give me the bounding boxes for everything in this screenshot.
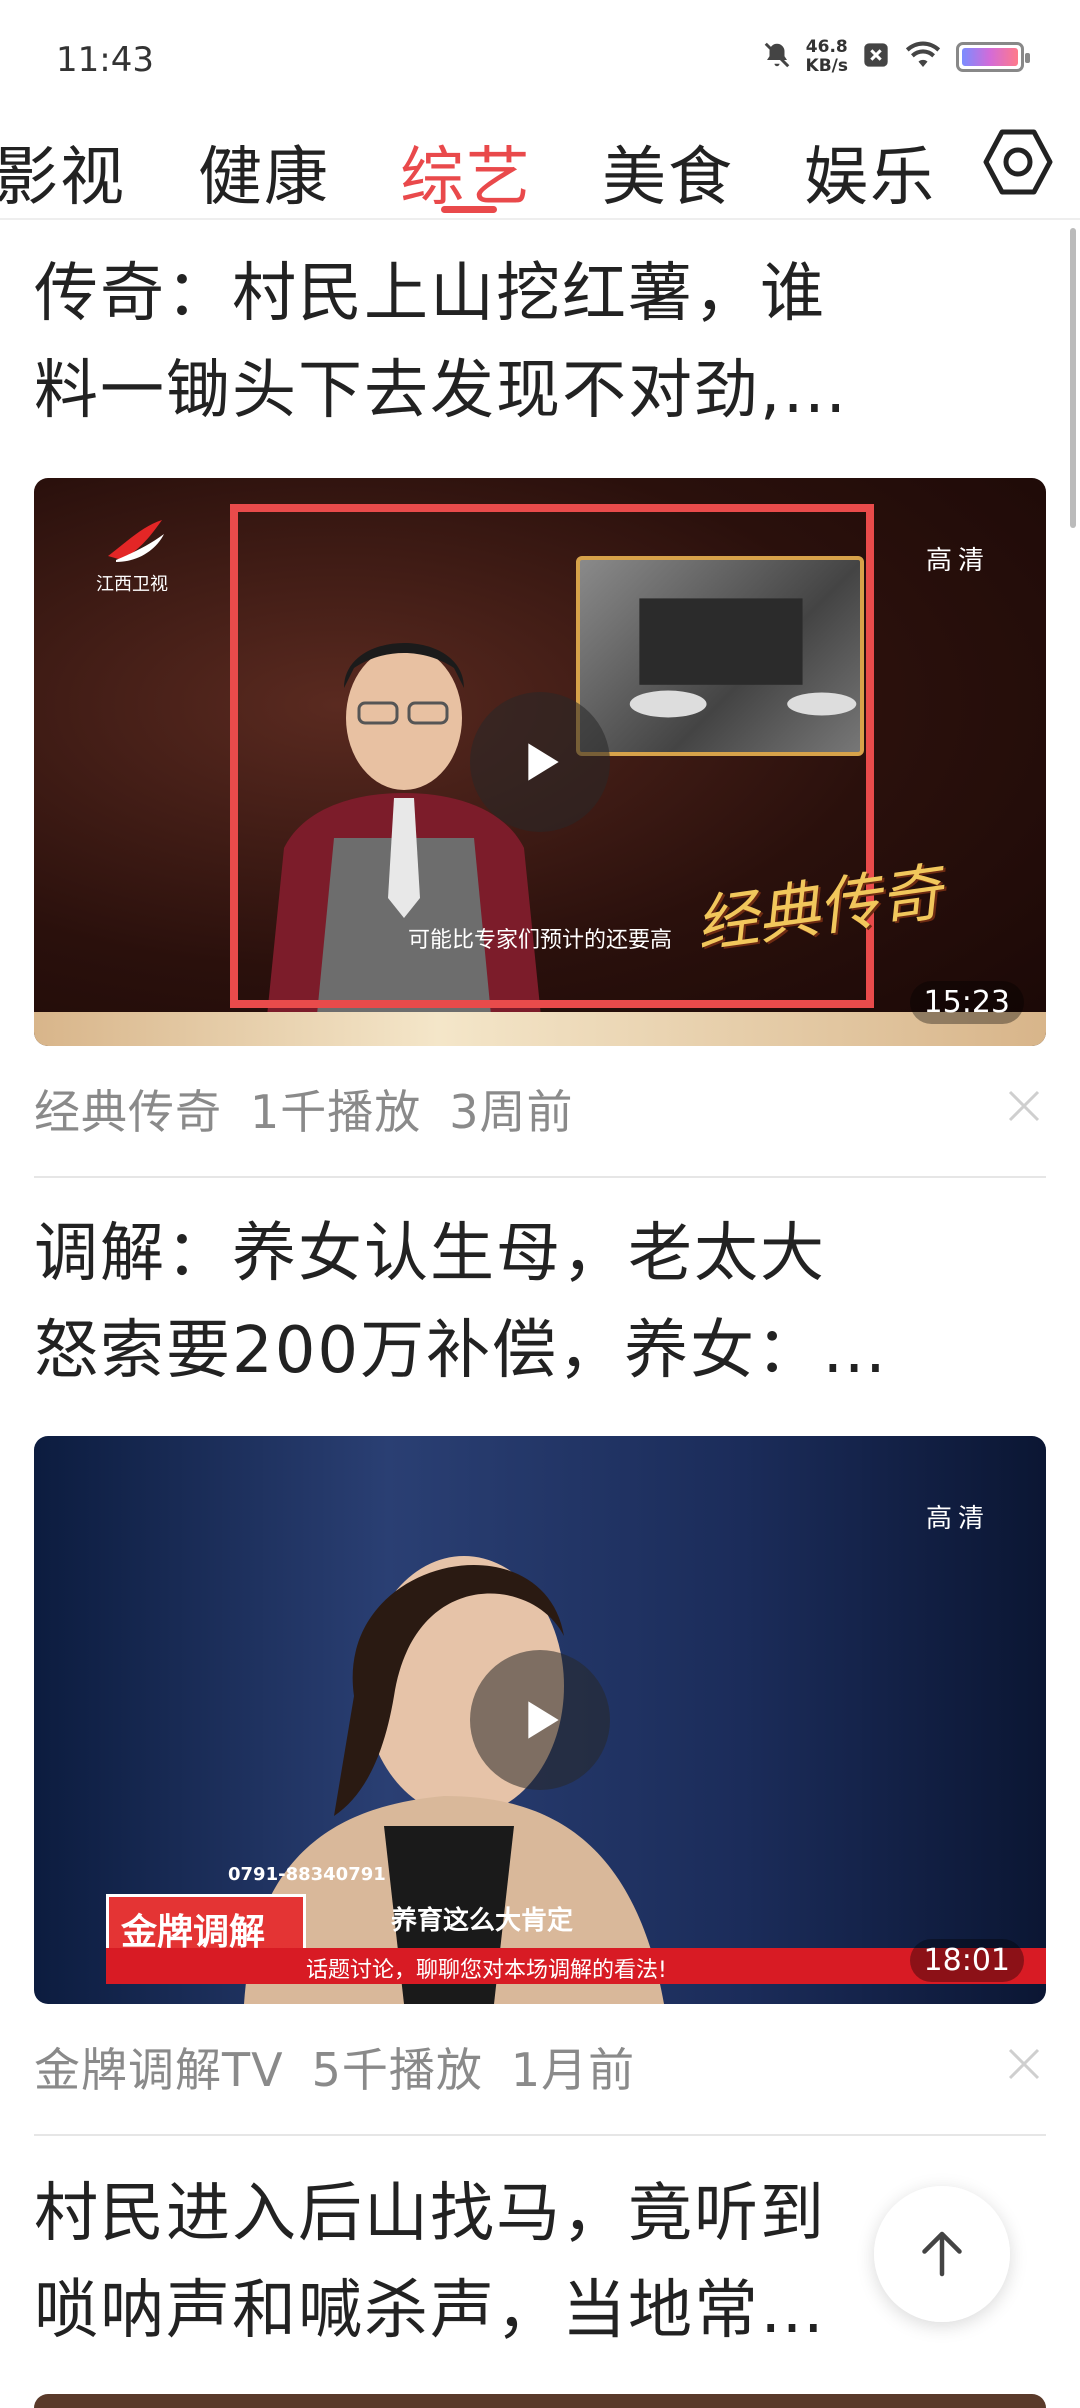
meta-source[interactable]: 经典传奇 (34, 1085, 222, 1139)
card-divider (34, 1176, 1046, 1178)
lower-third: 0791-88340791 金牌调解 养育这么大肯定 话题讨论，聊聊您对本场调解… (106, 1864, 1046, 1984)
wifi-icon (904, 40, 942, 74)
card-title-line: 传奇：村民上山挖红薯，谁 (34, 257, 826, 331)
meta-time: 1月前 (510, 2043, 636, 2097)
gear-icon (983, 129, 1053, 195)
status-icons: 46.8 KB/s (762, 38, 1030, 76)
tab-food[interactable]: 美食 (602, 126, 734, 218)
feed-card[interactable]: 传奇：村民上山挖红薯，谁 料一锄头下去发现不对劲,… 江西卫视 可能比专家们预计… (34, 246, 1046, 1178)
video-thumbnail[interactable]: 江西卫视 可能比专家们预计的还要高 经典传奇 高清 15:23 (34, 478, 1046, 1046)
meta-plays: 1千播放 (250, 1085, 422, 1139)
network-speed: 46.8 KB/s (806, 38, 848, 76)
channel-logo-text: 江西卫视 (96, 574, 168, 595)
meta-plays: 5千播放 (311, 2043, 483, 2097)
card-title[interactable]: 调解：养女认生母，老太大 怒索要200万补偿，养女：… (34, 1206, 1046, 1400)
scrollbar[interactable] (1070, 228, 1076, 528)
tab-health[interactable]: 健康 (198, 126, 330, 218)
video-thumbnail[interactable] (34, 2394, 1046, 2408)
card-title-line: 料一锄头下去发现不对劲,… (34, 354, 849, 428)
video-thumbnail[interactable]: 0791-88340791 金牌调解 养育这么大肯定 话题讨论，聊聊您对本场调解… (34, 1436, 1046, 2004)
play-icon (528, 1701, 559, 1739)
video-duration: 15:23 (909, 981, 1024, 1024)
tab-film[interactable]: 影视 (0, 126, 126, 218)
program-badge: 金牌调解 (106, 1894, 306, 1956)
card-title[interactable]: 传奇：村民上山挖红薯，谁 料一锄头下去发现不对劲,… (34, 246, 1046, 440)
channel-logo-icon (108, 520, 164, 562)
mute-icon (762, 40, 792, 74)
card-title-line: 怒索要200万补偿，养女：… (34, 1314, 889, 1388)
card-meta: 金牌调解TV 5千播放 1月前 (34, 2034, 663, 2100)
meta-source[interactable]: 金牌调解TV (34, 2043, 284, 2097)
feed-card[interactable]: 调解：养女认生母，老太大 怒索要200万补偿，养女：… 0791-8834079… (34, 1206, 1046, 2136)
news-ticker (34, 1012, 1046, 1046)
tab-settings-button[interactable] (982, 126, 1054, 198)
play-button[interactable] (470, 1650, 610, 1790)
video-duration: 18:01 (909, 1939, 1024, 1982)
dismiss-button[interactable] (1002, 1084, 1046, 1128)
card-meta: 经典传奇 1千播放 3周前 (34, 1076, 602, 1142)
hotline-number: 0791-88340791 (228, 1864, 386, 1885)
category-tabs: 影视 健康 综艺 美食 娱乐 (0, 110, 1080, 220)
battery-icon (956, 42, 1030, 72)
card-title-line: 调解：养女认生母，老太大 (34, 1217, 826, 1291)
meta-time: 3周前 (449, 1085, 574, 1139)
net-speed-unit: KB/s (805, 56, 848, 76)
close-box-icon (862, 41, 890, 73)
card-divider (34, 2134, 1046, 2136)
close-icon (1008, 2048, 1040, 2080)
play-button[interactable] (470, 692, 610, 832)
tab-entertainment[interactable]: 娱乐 (804, 126, 936, 218)
status-time: 11:43 (56, 40, 154, 80)
dismiss-button[interactable] (1002, 2042, 1046, 2086)
video-subtitle: 养育这么大肯定 (391, 1906, 574, 1936)
active-tab-indicator (441, 206, 497, 213)
play-icon (528, 743, 559, 781)
quality-badge: 高清 (925, 1504, 990, 1534)
close-icon (1008, 1090, 1040, 1122)
net-speed-value: 46.8 (805, 37, 848, 57)
quality-badge: 高清 (925, 546, 990, 576)
news-ticker: 话题讨论，聊聊您对本场调解的看法! (106, 1948, 1046, 1984)
back-to-top-button[interactable] (874, 2186, 1010, 2322)
arrow-up-icon (922, 2231, 962, 2277)
tab-variety[interactable]: 综艺 (400, 126, 532, 218)
status-bar: 11:43 46.8 KB/s (0, 0, 1080, 110)
